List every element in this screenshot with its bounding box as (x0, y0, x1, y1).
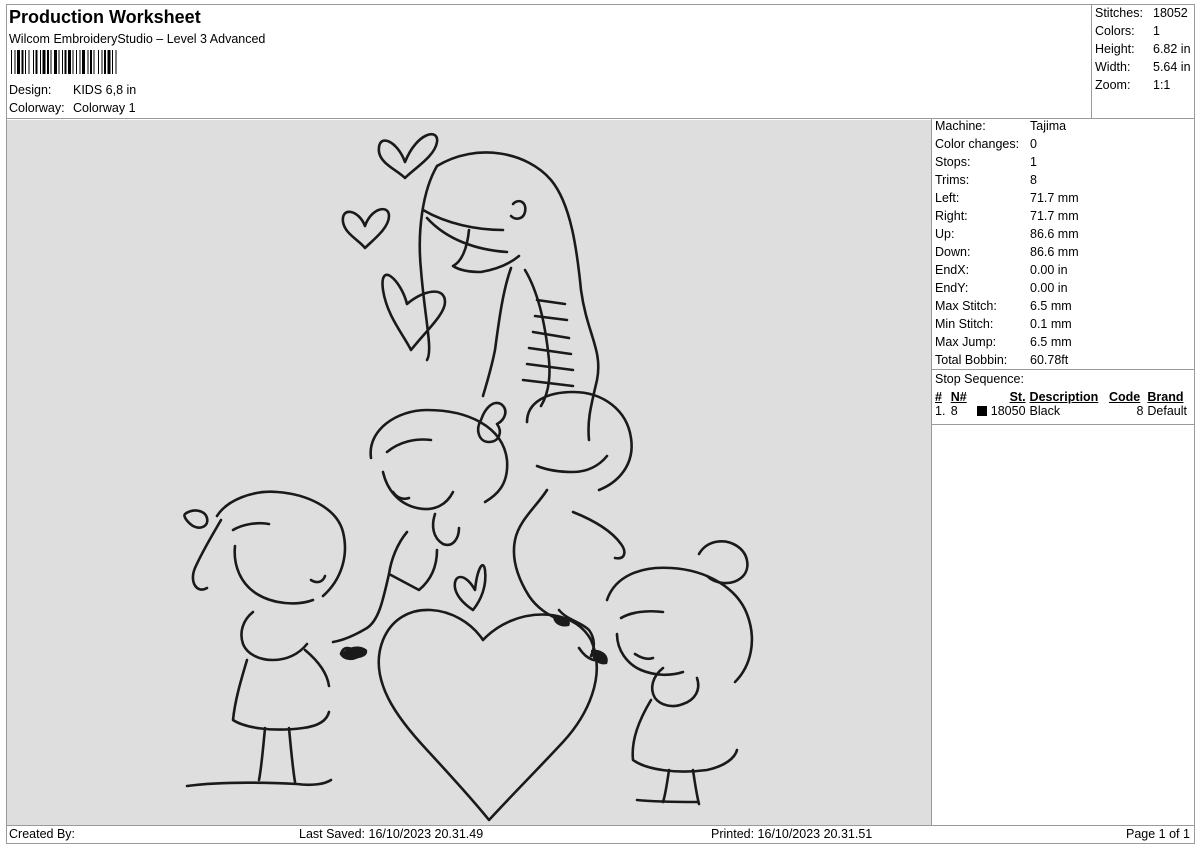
machine-row: Color changes: 0 (935, 137, 1037, 151)
machine-label: Total Bobbin: (935, 353, 1008, 367)
machine-row: Right: 71.7 mm (935, 209, 1079, 223)
machine-value: 0.00 in (1030, 281, 1068, 295)
row-description: Black (1029, 404, 1061, 418)
colorway-label: Colorway: (9, 101, 65, 115)
footer-created: Created By: (9, 827, 76, 841)
row-stitches: 18050 (971, 404, 1028, 418)
row-num: 1. (935, 404, 946, 418)
summary-label: Colors: (1095, 24, 1135, 38)
machine-label: Left: (935, 191, 960, 205)
machine-value: 6.5 mm (1030, 335, 1072, 349)
machine-row: Trims: 8 (935, 173, 1037, 187)
row-needle: 8 (950, 404, 958, 418)
summary-divider (1091, 4, 1092, 118)
machine-value: Tajima (1030, 119, 1067, 133)
stop-sequence-label: Stop Sequence: (935, 372, 1024, 386)
machine-row: EndX: 0.00 in (935, 263, 1068, 277)
machine-row: Total Bobbin: 60.78ft (935, 353, 1068, 367)
col-num: # (935, 390, 942, 404)
machine-row: Machine: Tajima (935, 119, 1066, 133)
summary-row: Stitches: 18052 (1095, 6, 1188, 20)
stop-sequence-table: # N# St. Description Code Brand 1. 8 180… (933, 390, 1193, 418)
machine-label: Up: (935, 227, 955, 241)
summary-value: 1:1 (1153, 78, 1171, 92)
table-header-row: # N# St. Description Code Brand (933, 390, 1193, 404)
machine-row: Max Stitch: 6.5 mm (935, 299, 1072, 313)
summary-row: Height: 6.82 in (1095, 42, 1191, 56)
machine-label: Color changes: (935, 137, 1020, 151)
machine-value: 0 (1030, 137, 1037, 151)
machine-label: Machine: (935, 119, 986, 133)
machine-value: 0.1 mm (1030, 317, 1072, 331)
col-code: Code (1108, 390, 1141, 404)
page-title: Production Worksheet (9, 7, 201, 27)
machine-value: 8 (1030, 173, 1037, 187)
table-row: 1. 8 18050 Black 8 Default (933, 404, 1193, 418)
footer-printed: Printed: 16/10/2023 20.31.51 (711, 827, 873, 841)
machine-value: 6.5 mm (1030, 299, 1072, 313)
machine-label: Max Stitch: (935, 299, 997, 313)
machine-label: EndY: (935, 281, 969, 295)
machine-row: Up: 86.6 mm (935, 227, 1079, 241)
machine-row: Min Stitch: 0.1 mm (935, 317, 1072, 331)
machine-value: 86.6 mm (1030, 245, 1079, 259)
summary-row: Zoom: 1:1 (1095, 78, 1170, 92)
row-brand: Default (1147, 404, 1187, 418)
machine-value: 1 (1030, 155, 1037, 169)
summary-label: Stitches: (1095, 6, 1143, 20)
summary-row: Colors: 1 (1095, 24, 1160, 38)
col-needle: N# (950, 390, 967, 404)
machine-row: Down: 86.6 mm (935, 245, 1079, 259)
machine-label: Trims: (935, 173, 970, 187)
design-row: Design: KIDS 6,8 in (9, 83, 136, 97)
row-stitch-count: 18050 (990, 404, 1026, 418)
colorway-row: Colorway: Colorway 1 (9, 101, 136, 115)
stopseq-divider (931, 424, 1195, 425)
summary-value: 18052 (1153, 6, 1188, 20)
col-stitches: St. (1009, 390, 1026, 404)
col-brand: Brand (1147, 390, 1184, 404)
machine-value: 71.7 mm (1030, 209, 1079, 223)
machine-label: Stops: (935, 155, 971, 169)
machine-divider (931, 369, 1195, 370)
row-code: 8 (1136, 404, 1144, 418)
machine-label: Down: (935, 245, 971, 259)
design-preview (7, 120, 931, 825)
machine-label: Right: (935, 209, 968, 223)
barcode-image (11, 50, 117, 74)
machine-label: Min Stitch: (935, 317, 994, 331)
summary-value: 6.82 in (1153, 42, 1191, 56)
machine-row: Left: 71.7 mm (935, 191, 1079, 205)
design-value: KIDS 6,8 in (73, 83, 137, 97)
sidebar-divider (931, 118, 932, 825)
footer-page: Page 1 of 1 (1126, 827, 1190, 841)
machine-label: EndX: (935, 263, 970, 277)
design-label: Design: (9, 83, 52, 97)
summary-value: 5.64 in (1153, 60, 1191, 74)
col-description: Description (1029, 390, 1099, 404)
machine-row: Max Jump: 6.5 mm (935, 335, 1072, 349)
summary-row: Width: 5.64 in (1095, 60, 1191, 74)
machine-value: 86.6 mm (1030, 227, 1079, 241)
embroidery-design-image (183, 133, 754, 822)
machine-value: 71.7 mm (1030, 191, 1079, 205)
machine-label: Max Jump: (935, 335, 997, 349)
summary-label: Height: (1095, 42, 1135, 56)
summary-label: Width: (1095, 60, 1131, 74)
machine-row: EndY: 0.00 in (935, 281, 1068, 295)
software-name: Wilcom EmbroideryStudio – Level 3 Advanc… (9, 32, 266, 46)
machine-value: 60.78ft (1030, 353, 1069, 367)
footer-saved: Last Saved: 16/10/2023 20.31.49 (299, 827, 484, 841)
machine-row: Stops: 1 (935, 155, 1037, 169)
color-swatch (977, 406, 988, 416)
machine-value: 0.00 in (1030, 263, 1068, 277)
footer-divider (6, 825, 1195, 826)
summary-value: 1 (1153, 24, 1160, 38)
summary-label: Zoom: (1095, 78, 1131, 92)
colorway-value: Colorway 1 (73, 101, 136, 115)
